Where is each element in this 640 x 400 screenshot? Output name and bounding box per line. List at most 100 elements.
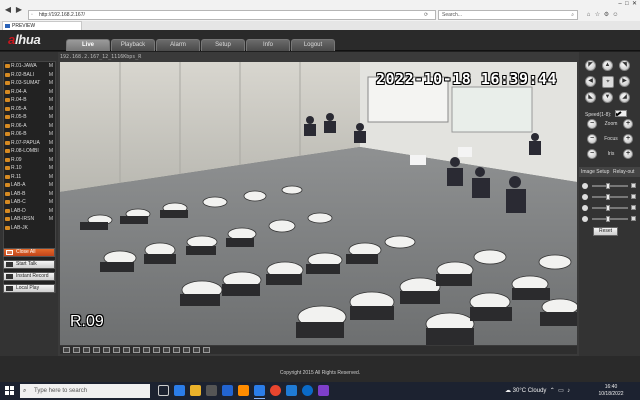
layout-16-icon[interactable] [93, 347, 100, 353]
ptz-down-right-icon[interactable]: ◢ [619, 92, 630, 103]
channel-item[interactable]: R.11 M [4, 173, 55, 182]
main-stream-toggle[interactable]: M [49, 190, 53, 199]
main-stream-toggle[interactable]: M [49, 181, 53, 190]
saturation-slider[interactable] [582, 204, 637, 212]
ptz-right-icon[interactable]: ▶ [619, 76, 630, 87]
reset-button[interactable]: Reset [593, 227, 618, 236]
channel-item[interactable]: R.09 M [4, 156, 55, 165]
main-stream-toggle[interactable]: M [49, 198, 53, 207]
channel-item[interactable]: LAB-JK [4, 224, 55, 233]
contrast-reset-icon[interactable] [631, 194, 636, 199]
app-blue-icon[interactable] [286, 385, 297, 396]
main-stream-toggle[interactable]: M [49, 113, 53, 122]
speed-select[interactable]: 5 [614, 110, 627, 117]
main-stream-toggle[interactable]: M [49, 88, 53, 97]
zoom-in-button[interactable]: + [623, 119, 633, 129]
main-stream-toggle[interactable]: M [49, 130, 53, 139]
fluency-icon[interactable] [183, 347, 190, 353]
search-icon[interactable]: ⌕ [571, 11, 574, 19]
ptz-up-icon[interactable]: ▲ [602, 60, 613, 71]
app-circle-icon[interactable] [302, 385, 313, 396]
brightness-reset-icon[interactable] [631, 183, 636, 188]
main-stream-toggle[interactable]: M [49, 62, 53, 71]
main-stream-toggle[interactable]: M [49, 164, 53, 173]
task-view-icon[interactable] [158, 385, 169, 396]
star-icon[interactable]: ☆ [593, 11, 602, 18]
minimize-icon[interactable]: – [618, 1, 621, 7]
close-all-button[interactable]: Close All [3, 248, 55, 257]
taskbar-clock[interactable]: 16:40 10/18/2022 [596, 384, 626, 398]
tab-alarm[interactable]: Alarm [156, 39, 200, 51]
focus-out-button[interactable]: − [587, 134, 597, 144]
record-icon[interactable] [143, 347, 150, 353]
layout-4-icon[interactable] [73, 347, 80, 353]
iris-close-button[interactable]: − [587, 149, 597, 159]
layout-9-icon[interactable] [83, 347, 90, 353]
main-stream-toggle[interactable]: M [49, 207, 53, 216]
brightness-slider[interactable] [582, 182, 637, 190]
address-bar[interactable]: ▫ http://192.168.2.167/ [28, 10, 436, 20]
fisheye-icon[interactable] [193, 347, 200, 353]
tray-arrow-icon[interactable]: ⌃ [550, 388, 555, 394]
taskbar-search-input[interactable]: ⌕ Type here to search [20, 384, 150, 398]
volume-icon[interactable]: ♪ [567, 388, 570, 394]
fullscreen-icon[interactable] [123, 347, 130, 353]
channel-item[interactable]: LAB-C M [4, 198, 55, 207]
contrast-slider[interactable] [582, 193, 637, 201]
channel-item[interactable]: R.06-A M [4, 122, 55, 131]
start-talk-button[interactable]: Start Talk [3, 260, 55, 269]
channel-item[interactable]: R.08-LOMBI M [4, 147, 55, 156]
channel-list[interactable]: R.01-JAWA M R.02-BALI M R.03-SUMAT M R.04-A M R.… [3, 61, 56, 293]
forward-icon[interactable]: ▶ [14, 5, 24, 15]
channel-item[interactable]: LAB-B M [4, 190, 55, 199]
zoom-out-button[interactable]: − [587, 119, 597, 129]
channel-item[interactable]: R.07-PAPUA M [4, 139, 55, 148]
tab-live[interactable]: Live [66, 39, 110, 51]
weather-text[interactable]: 30°C Cloudy [513, 388, 547, 394]
main-stream-toggle[interactable]: M [49, 147, 53, 156]
smiley-icon[interactable]: ☺ [611, 12, 620, 18]
channel-item[interactable]: R.04-B M [4, 96, 55, 105]
chrome-icon[interactable] [270, 385, 281, 396]
ptz-up-left-icon[interactable]: ◤ [585, 60, 596, 71]
tab-setup[interactable]: Setup [201, 39, 245, 51]
main-stream-toggle[interactable]: M [49, 96, 53, 105]
browser-search-input[interactable]: Search... ⌕ [438, 10, 578, 20]
ptz-left-icon[interactable]: ◀ [585, 76, 596, 87]
tab-logout[interactable]: Logout [291, 39, 335, 51]
zoom-icon[interactable] [163, 347, 170, 353]
snapshot-icon[interactable] [133, 347, 140, 353]
ptz-down-left-icon[interactable]: ◣ [585, 92, 596, 103]
local-play-button[interactable]: Local Play [3, 284, 55, 293]
ptz-up-right-icon[interactable]: ◥ [619, 60, 630, 71]
channel-item[interactable]: R.05-B M [4, 113, 55, 122]
internet-explorer-icon[interactable] [254, 385, 265, 396]
main-stream-toggle[interactable]: M [49, 173, 53, 182]
prev-page-icon[interactable] [203, 347, 210, 353]
main-stream-toggle[interactable]: M [49, 79, 53, 88]
file-explorer-icon[interactable] [190, 385, 201, 396]
tab-playback[interactable]: Playback [111, 39, 155, 51]
channel-item[interactable]: LAB-D M [4, 207, 55, 216]
channel-item[interactable]: LAB-A M [4, 181, 55, 190]
tab-info[interactable]: Info [246, 39, 290, 51]
app-purple-icon[interactable] [318, 385, 329, 396]
store-icon[interactable] [206, 385, 217, 396]
refresh-icon[interactable]: ⟳ [424, 10, 428, 20]
channel-item[interactable]: R.06-B M [4, 130, 55, 139]
gear-icon[interactable]: ⚙ [602, 11, 611, 18]
instant-record-button[interactable]: Instant Record [3, 272, 55, 281]
channel-item[interactable]: R.03-SUMAT M [4, 79, 55, 88]
network-icon[interactable]: ▭ [558, 388, 564, 394]
back-icon[interactable]: ◀ [3, 5, 13, 15]
layout-1-icon[interactable] [63, 347, 70, 353]
browser-tab-preview[interactable]: PREVIEW [2, 21, 82, 30]
audio-icon[interactable] [153, 347, 160, 353]
hue-reset-icon[interactable] [631, 216, 636, 221]
windows-start-icon[interactable] [5, 386, 15, 396]
camera-video-frame[interactable]: 2022-10-18 16:39:44 R.09 [60, 62, 577, 345]
channel-item[interactable]: R.02-BALI M [4, 71, 55, 80]
edge-icon[interactable] [174, 385, 185, 396]
maximize-icon[interactable]: □ [625, 1, 629, 7]
relay-out-tab[interactable]: Relay-out [613, 167, 634, 177]
